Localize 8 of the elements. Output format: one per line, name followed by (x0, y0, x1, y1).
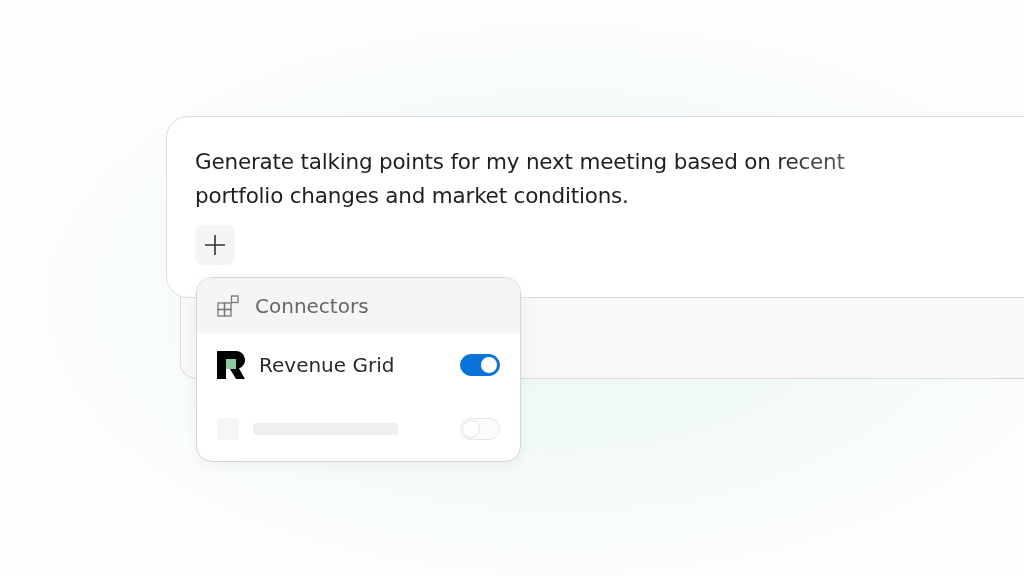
logo-icon (217, 351, 245, 379)
plus-icon (204, 234, 226, 256)
connector-name: Revenue Grid (259, 353, 396, 377)
menu-title: Connectors (255, 293, 369, 318)
connectors-icon (217, 294, 239, 317)
add-button[interactable] (195, 225, 235, 265)
prompt-text: Generate talking points for my next meeting based on recent portfolio changes and market conditions. (195, 148, 846, 210)
toggle-switch[interactable] (460, 354, 500, 376)
